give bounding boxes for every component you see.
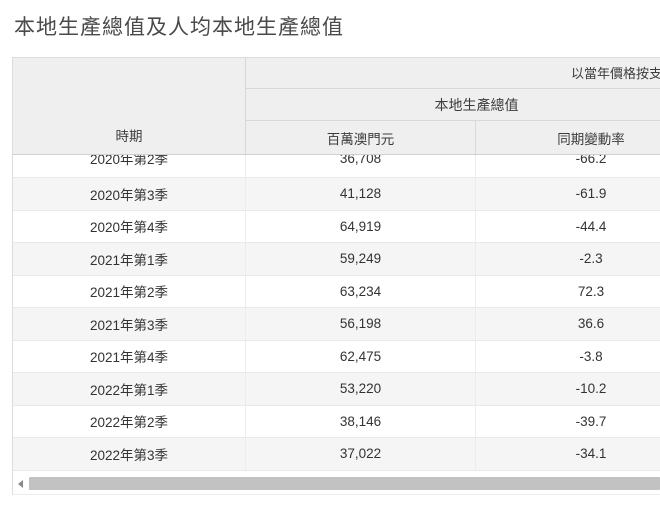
header-group-row: 本地生產總值 (246, 89, 660, 122)
yoy-change-cell: 72.3 (476, 276, 660, 308)
table-header: 時期 以當年價格按支 本地生產總值 百萬澳門元 同期變動率 (13, 58, 660, 155)
column-header-million-mop: 百萬澳門元 (246, 121, 476, 154)
yoy-change-cell: -61.9 (476, 178, 660, 210)
price-basis-note: 以當年價格按支 (246, 63, 660, 82)
table-row: 2021年第4季 62,475 -3.8 (13, 341, 660, 374)
period-cell: 2021年第3季 (13, 308, 246, 340)
gdp-group-label: 本地生產總值 (247, 95, 660, 115)
table-row: 2022年第1季 53,220 -10.2 (13, 373, 660, 406)
yoy-change-cell: -10.2 (476, 373, 660, 405)
period-cell: 2022年第2季 (13, 406, 246, 438)
scrollbar-thumb[interactable] (29, 477, 660, 490)
table-row: 2022年第2季 38,146 -39.7 (13, 406, 660, 439)
period-cell: 2020年第4季 (13, 211, 246, 243)
yoy-change-cell: -66.2 (476, 155, 660, 177)
header-columns-row: 百萬澳門元 同期變動率 (246, 121, 660, 154)
table-body: 2020年第2季 36,708 -66.2 2020年第3季 41,128 -6… (13, 155, 660, 471)
scroll-left-arrow-icon[interactable] (18, 480, 23, 488)
column-header-yoy-change: 同期變動率 (476, 121, 660, 154)
page: 本地生產總值及人均本地生產總值 時期 以當年價格按支 本地生產總值 百萬澳門元 (0, 0, 660, 506)
page-title: 本地生產總值及人均本地生產總值 (14, 11, 344, 41)
yoy-change-cell: -44.4 (476, 211, 660, 243)
period-cell: 2020年第2季 (13, 155, 246, 177)
table-row: 2022年第3季 37,022 -34.1 (13, 438, 660, 471)
table-row: 2020年第3季 41,128 -61.9 (13, 178, 660, 211)
gdp-value-cell: 64,919 (246, 211, 476, 243)
table-row: 2021年第3季 56,198 36.6 (13, 308, 660, 341)
header-note-row: 以當年價格按支 (246, 58, 660, 89)
gdp-value-cell: 59,249 (246, 243, 476, 275)
yoy-change-cell: -34.1 (476, 438, 660, 470)
table-row: 2021年第2季 63,234 72.3 (13, 276, 660, 309)
period-cell: 2021年第2季 (13, 276, 246, 308)
gdp-value-cell: 38,146 (246, 406, 476, 438)
period-cell: 2020年第3季 (13, 178, 246, 210)
table-row: 2020年第2季 36,708 -66.2 (13, 155, 660, 178)
period-cell: 2022年第3季 (13, 438, 246, 470)
gdp-table-widget: 時期 以當年價格按支 本地生產總值 百萬澳門元 同期變動率 (12, 57, 660, 495)
yoy-change-cell: -3.8 (476, 341, 660, 373)
gdp-value-cell: 37,022 (246, 438, 476, 470)
yoy-change-cell: -39.7 (476, 406, 660, 438)
yoy-change-label: 同期變動率 (557, 128, 625, 148)
column-header-period: 時期 (13, 58, 246, 154)
header-right-group: 以當年價格按支 本地生產總值 百萬澳門元 同期變動率 (246, 58, 660, 154)
table-row: 2021年第1季 59,249 -2.3 (13, 243, 660, 276)
period-cell: 2021年第1季 (13, 243, 246, 275)
yoy-change-cell: -2.3 (476, 243, 660, 275)
gdp-value-cell: 56,198 (246, 308, 476, 340)
period-cell: 2021年第4季 (13, 341, 246, 373)
million-mop-label: 百萬澳門元 (327, 128, 395, 148)
horizontal-scrollbar[interactable] (15, 476, 660, 491)
table-row: 2020年第4季 64,919 -44.4 (13, 211, 660, 244)
period-header-label: 時期 (116, 125, 143, 145)
gdp-value-cell: 53,220 (246, 373, 476, 405)
gdp-value-cell: 62,475 (246, 341, 476, 373)
gdp-value-cell: 36,708 (246, 155, 476, 177)
gdp-table: 時期 以當年價格按支 本地生產總值 百萬澳門元 同期變動率 (13, 58, 660, 471)
yoy-change-cell: 36.6 (476, 308, 660, 340)
period-cell: 2022年第1季 (13, 373, 246, 405)
gdp-value-cell: 41,128 (246, 178, 476, 210)
gdp-value-cell: 63,234 (246, 276, 476, 308)
